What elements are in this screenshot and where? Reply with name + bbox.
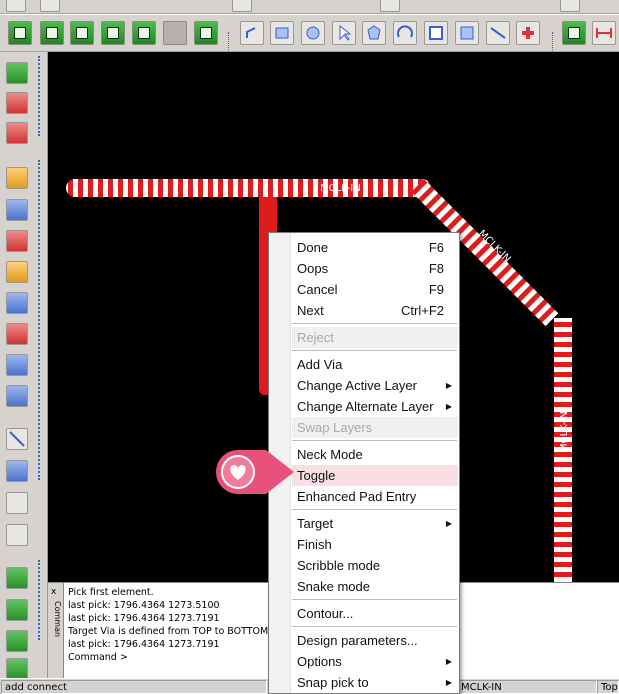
menu-separator xyxy=(292,509,457,510)
part-icon[interactable] xyxy=(6,92,28,114)
command-line: last pick: 1796.4364 1273.7191 xyxy=(68,613,220,624)
menu-item-done[interactable]: Done F6 xyxy=(292,237,458,258)
open-icon[interactable] xyxy=(40,21,64,45)
heart-pointer-icon xyxy=(216,450,294,494)
edit-text-icon[interactable] xyxy=(6,524,28,546)
rectangle-icon[interactable] xyxy=(6,460,28,482)
circle-icon[interactable] xyxy=(301,21,325,45)
menu-item-cancel[interactable]: Cancel F9 xyxy=(292,279,458,300)
undo-icon[interactable] xyxy=(70,21,94,45)
menu-item-oops[interactable]: Oops F8 xyxy=(292,258,458,279)
submenu-arrow-icon: ▶ xyxy=(445,519,452,528)
connect-icon[interactable] xyxy=(6,599,28,621)
dynamic-route-icon[interactable] xyxy=(6,230,28,252)
line-icon[interactable] xyxy=(240,21,264,45)
status-net: MCLK-IN xyxy=(457,680,597,694)
menu-item-change-active-layer[interactable]: Change Active Layer ▶ xyxy=(292,375,458,396)
submenu-arrow-icon: ▶ xyxy=(445,657,452,666)
route-icon[interactable] xyxy=(562,21,586,45)
menu-separator xyxy=(292,350,457,351)
toolbar-separator xyxy=(38,160,41,480)
menu-item-design-parameters[interactable]: Design parameters... xyxy=(292,630,458,651)
save-icon[interactable] xyxy=(8,21,32,45)
select-arrow-icon[interactable] xyxy=(332,21,356,45)
add-route-icon[interactable] xyxy=(6,199,28,221)
window-icon[interactable] xyxy=(194,21,218,45)
save-icon[interactable] xyxy=(6,0,26,12)
arc-icon[interactable] xyxy=(393,21,417,45)
connect-icon[interactable] xyxy=(6,567,28,589)
left-toolbar xyxy=(0,52,48,680)
decal-icon[interactable] xyxy=(6,122,28,144)
menu-separator xyxy=(292,626,457,627)
menu-item-add-via[interactable]: Add Via xyxy=(292,354,458,375)
square-icon[interactable] xyxy=(424,21,448,45)
line-icon[interactable] xyxy=(6,428,28,450)
menu-item-change-alternate-layer[interactable]: Change Alternate Layer ▶ xyxy=(292,396,458,417)
menu-item-target[interactable]: Target ▶ xyxy=(292,513,458,534)
refresh-icon[interactable] xyxy=(101,21,125,45)
menu-item-swap-layers: Swap Layers xyxy=(292,417,458,438)
menu-item-contour[interactable]: Contour... xyxy=(292,603,458,624)
submenu-arrow-icon: ▶ xyxy=(445,381,452,390)
command-line: last pick: 1796.4364 1273.5100 xyxy=(68,600,220,611)
layer-icon[interactable] xyxy=(132,21,156,45)
menu-item-toggle[interactable]: Toggle xyxy=(292,465,458,486)
command-window-titlebar: x Comman xyxy=(48,583,64,679)
redo-icon[interactable] xyxy=(380,0,400,12)
disabled-icon xyxy=(163,21,187,45)
submenu-arrow-icon: ▶ xyxy=(445,678,452,687)
connect-icon[interactable] xyxy=(6,658,28,680)
grid-icon[interactable] xyxy=(6,354,28,376)
menu-item-next[interactable]: Next Ctrl+F2 xyxy=(292,300,458,321)
menu-item-enhanced-pad-entry[interactable]: Enhanced Pad Entry xyxy=(292,486,458,507)
close-icon[interactable]: x xyxy=(51,587,56,597)
net-label: MCLK-IN xyxy=(320,183,361,194)
component-icon[interactable] xyxy=(6,62,28,84)
rectangle-icon[interactable] xyxy=(270,21,294,45)
route-icon[interactable] xyxy=(6,167,28,189)
command-line: Pick first element. xyxy=(68,587,154,598)
menu-item-reject: Reject xyxy=(292,327,458,348)
bus-route-icon[interactable] xyxy=(6,261,28,283)
command-prompt[interactable]: Command > xyxy=(68,651,268,664)
status-mode: add connect xyxy=(1,680,267,694)
measure-icon[interactable] xyxy=(560,0,580,12)
dimension-icon[interactable] xyxy=(486,21,510,45)
stretch-icon[interactable] xyxy=(6,323,28,345)
command-output: Pick first element. last pick: 1796.4364… xyxy=(68,586,268,664)
net-label: MCLK-IN xyxy=(559,411,570,452)
main-toolbar xyxy=(0,14,619,64)
menu-item-scribble-mode[interactable]: Scribble mode xyxy=(292,555,458,576)
polygon-icon[interactable] xyxy=(362,21,386,45)
trace-segment[interactable] xyxy=(66,179,431,197)
measure-icon[interactable] xyxy=(592,21,616,45)
menu-separator xyxy=(292,599,457,600)
status-layer: Top xyxy=(597,680,619,694)
command-line: last pick: 1796.4364 1273.7191 xyxy=(68,639,220,650)
menu-item-snap-pick-to[interactable]: Snap pick to ▶ xyxy=(292,672,458,693)
tune-icon[interactable] xyxy=(6,385,28,407)
undo-icon[interactable] xyxy=(232,0,252,12)
menu-item-options[interactable]: Options ▶ xyxy=(292,651,458,672)
submenu-arrow-icon: ▶ xyxy=(445,402,452,411)
open-icon[interactable] xyxy=(40,0,60,12)
pcb-editor-window: MCLK-IN MCLK-IN MCLK-IN x Comman Pick fi… xyxy=(0,0,619,694)
menu-item-finish[interactable]: Finish xyxy=(292,534,458,555)
menu-separator xyxy=(292,323,457,324)
command-window-title: Comman xyxy=(53,601,62,638)
command-line: Target Via is defined from TOP to BOTTOM xyxy=(68,626,269,637)
delete-connect-icon[interactable] xyxy=(6,630,28,652)
context-menu: Done F6 Oops F8 Cancel F9 Next Ctrl+F2 Rejec… xyxy=(268,232,460,694)
toolbar-separator xyxy=(38,56,41,136)
menu-item-neck-mode[interactable]: Neck Mode xyxy=(292,444,458,465)
route-icon[interactable] xyxy=(516,21,540,45)
menu-separator xyxy=(292,440,457,441)
top-toolbar-partial xyxy=(0,0,619,14)
square-icon[interactable] xyxy=(455,21,479,45)
toolbar-separator xyxy=(38,560,41,640)
add-text-icon[interactable] xyxy=(6,492,28,514)
menu-item-snake-mode[interactable]: Snake mode xyxy=(292,576,458,597)
sketch-route-icon[interactable] xyxy=(6,292,28,314)
